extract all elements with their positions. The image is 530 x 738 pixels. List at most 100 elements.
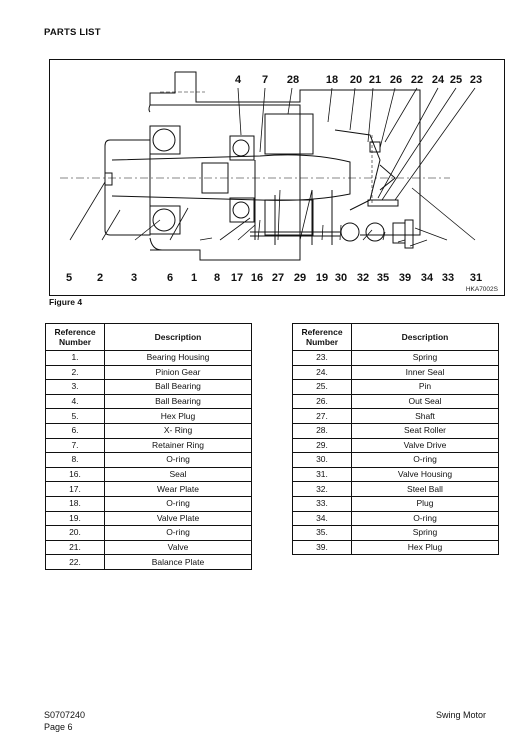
description-cell: Spring [351, 525, 499, 541]
reference-number-cell: 25. [292, 379, 352, 395]
document-number: S0707240 [44, 710, 86, 720]
callout-24: 24 [431, 74, 445, 86]
reference-number-cell: 16. [45, 466, 105, 483]
pinion-gear-outline [104, 139, 151, 236]
table-row: 20. O-ring [45, 525, 252, 541]
description-cell: O-ring [104, 525, 252, 541]
table-row: 26. Out Seal [292, 393, 499, 410]
description-cell: Bearing Housing [104, 350, 252, 366]
table-row: 6. X- Ring [45, 422, 252, 439]
parts-table-left: Reference Number Description 1. Bearing Ho… [45, 323, 252, 570]
description-cell: O-ring [104, 452, 252, 468]
parts-table-left-body: 1. Bearing Housing 2. Pinion Gear 3. Ball Bea… [45, 350, 252, 570]
callout-25: 25 [449, 74, 463, 86]
table-row: 31. Valve Housing [292, 466, 499, 483]
header-description: Description [104, 323, 252, 351]
table-row: 5. Hex Plug [45, 408, 252, 424]
reference-number-cell: 34. [292, 510, 352, 527]
table-row: 21. Valve [45, 539, 252, 556]
description-cell: Balance Plate [104, 554, 252, 570]
description-cell: Hex Plug [351, 539, 499, 556]
callout-17: 17 [230, 272, 244, 284]
callout-2: 2 [96, 272, 104, 284]
description-cell: O-ring [351, 452, 499, 468]
callout-3: 3 [130, 272, 138, 284]
table-row: 23. Spring [292, 350, 499, 366]
table-row: 32. Steel Ball [292, 481, 499, 497]
reference-number-cell: 24. [292, 364, 352, 381]
callout-33: 33 [441, 272, 455, 284]
description-cell: Pin [351, 379, 499, 395]
table-row: 27. Shaft [292, 408, 499, 424]
table-row: 33. Plug [292, 495, 499, 512]
callout-6: 6 [166, 272, 174, 284]
reference-number-cell: 2. [45, 364, 105, 381]
reference-number-cell: 4. [45, 393, 105, 410]
table-row: 28. Seat Roller [292, 422, 499, 439]
callout-28: 28 [286, 74, 300, 86]
reference-number-cell: 21. [45, 539, 105, 556]
seat-roller [264, 113, 314, 155]
callout-32: 32 [356, 272, 370, 284]
description-cell: X- Ring [104, 422, 252, 439]
description-cell: Plug [351, 495, 499, 512]
callout-4: 4 [234, 74, 242, 86]
reference-number-cell: 39. [292, 539, 352, 556]
reference-number-cell: 20. [45, 525, 105, 541]
table-row: 24. Inner Seal [292, 364, 499, 381]
callout-22: 22 [410, 74, 424, 86]
callout-23: 23 [469, 74, 483, 86]
table-row: 25. Pin [292, 379, 499, 395]
reference-number-cell: 31. [292, 466, 352, 483]
exploded-cross-section-figure: 4 7 28 18 20 21 26 22 24 25 23 5 2 3 6 1… [49, 59, 505, 296]
table-row: 34. O-ring [292, 510, 499, 527]
description-cell: Inner Seal [351, 364, 499, 381]
description-cell: Retainer Ring [104, 437, 252, 454]
callout-31: 31 [469, 272, 483, 284]
document-title: Swing Motor [435, 710, 486, 720]
description-cell: Steel Ball [351, 481, 499, 497]
table-row: 4. Ball Bearing [45, 393, 252, 410]
callout-5: 5 [65, 272, 73, 284]
callout-19: 19 [315, 272, 329, 284]
valve-housing-outline [350, 89, 421, 236]
callout-30: 30 [334, 272, 348, 284]
table-row: 29. Valve Drive [292, 437, 499, 454]
reference-number-cell: 27. [292, 408, 352, 424]
spring-23 [367, 199, 399, 207]
reference-number-cell: 32. [292, 481, 352, 497]
page-number: Page 6 [44, 722, 73, 732]
description-cell: Valve [104, 539, 252, 556]
callout-21: 21 [368, 74, 382, 86]
table-row: 22. Balance Plate [45, 554, 252, 570]
table-row: 3. Ball Bearing [45, 379, 252, 395]
reference-number-cell: 18. [45, 495, 105, 512]
callout-7: 7 [261, 74, 269, 86]
swing-motor-drawing [60, 71, 476, 261]
header-description: Description [351, 323, 499, 351]
shaft-outline [111, 154, 351, 201]
table-row: 18. O-ring [45, 495, 252, 512]
callout-34: 34 [420, 272, 434, 284]
reference-number-cell: 19. [45, 510, 105, 527]
reference-number-cell: 30. [292, 452, 352, 468]
callout-26: 26 [389, 74, 403, 86]
callout-39: 39 [398, 272, 412, 284]
header-reference-number: Reference Number [45, 323, 105, 351]
reference-number-cell: 17. [45, 481, 105, 497]
table-row: 19. Valve Plate [45, 510, 252, 527]
table-row: 7. Retainer Ring [45, 437, 252, 454]
reference-number-cell: 22. [45, 554, 105, 570]
table-row: 8. O-ring [45, 452, 252, 468]
parts-table-right: Reference Number Description 23. Spring 24.… [292, 323, 499, 556]
reference-number-cell: 7. [45, 437, 105, 454]
description-cell: Seal [104, 466, 252, 483]
table-row: 39. Hex Plug [292, 539, 499, 556]
figure-code: HKA7002S [465, 286, 498, 293]
table-row: 1. Bearing Housing [45, 350, 252, 366]
table-row: 35. Spring [292, 525, 499, 541]
plug [392, 222, 406, 244]
reference-number-cell: 1. [45, 350, 105, 366]
table-row: 2. Pinion Gear [45, 364, 252, 381]
description-cell: Pinion Gear [104, 364, 252, 381]
